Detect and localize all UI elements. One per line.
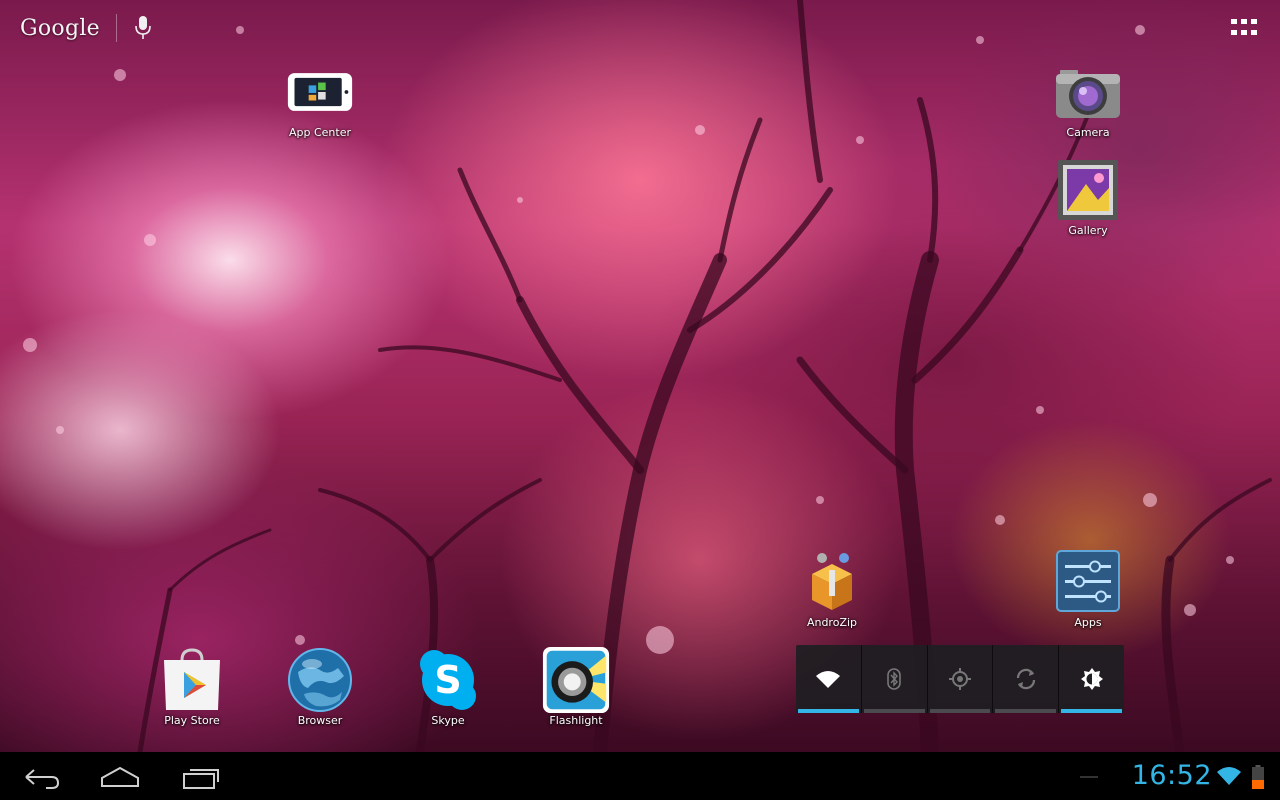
androzip-icon	[798, 548, 866, 616]
shortcut-label: App Center	[288, 126, 351, 139]
bluetooth-toggle[interactable]	[860, 645, 927, 713]
shortcut-label: Skype	[431, 714, 465, 727]
shortcut-label: AndroZip	[806, 616, 858, 629]
toggle-indicator	[995, 709, 1057, 713]
shortcut-camera[interactable]: Camera	[1038, 58, 1138, 139]
shortcut-play-store[interactable]: Play Store	[142, 646, 242, 727]
toggle-indicator	[863, 709, 925, 713]
toggle-indicator	[929, 709, 991, 713]
all-apps-icon[interactable]	[1230, 18, 1258, 38]
shortcut-app-center[interactable]: App Center	[270, 58, 370, 139]
shortcut-label: Browser	[297, 714, 343, 727]
shortcut-skype[interactable]: S Skype	[398, 646, 498, 727]
search-divider	[116, 14, 118, 42]
gps-toggle[interactable]	[926, 645, 993, 713]
toggle-indicator	[1061, 709, 1122, 713]
sync-icon	[1016, 668, 1035, 690]
skype-icon: S	[414, 646, 482, 714]
mic-icon[interactable]	[135, 15, 151, 41]
status-divider	[1080, 776, 1098, 778]
play-store-icon	[158, 646, 226, 714]
brightness-toggle[interactable]	[1058, 645, 1124, 713]
browser-globe-icon	[286, 646, 354, 714]
camera-icon	[1054, 58, 1122, 126]
toggle-indicator	[798, 709, 859, 713]
app-center-icon	[286, 58, 354, 126]
bluetooth-icon	[887, 668, 901, 690]
brightness-icon	[1080, 668, 1103, 690]
battery-icon	[1252, 765, 1264, 789]
shortcut-label: Camera	[1066, 126, 1110, 139]
power-control-widget	[796, 645, 1124, 713]
shortcut-browser[interactable]: Browser	[270, 646, 370, 727]
sync-toggle[interactable]	[992, 645, 1058, 713]
shortcut-label: Play Store	[164, 714, 220, 727]
shortcut-flashlight[interactable]: Flashlight	[526, 646, 626, 727]
google-search-bar[interactable]: Google	[20, 12, 151, 44]
wifi-icon	[1217, 767, 1241, 785]
shortcut-label: Flashlight	[549, 714, 603, 727]
svg-text:S: S	[434, 658, 461, 702]
wifi-toggle[interactable]	[796, 645, 861, 713]
shortcut-label: Gallery	[1068, 224, 1108, 237]
shortcut-apps[interactable]: Apps	[1038, 548, 1138, 629]
shortcut-gallery[interactable]: Gallery	[1038, 156, 1138, 237]
system-navigation-bar: 16:52	[0, 752, 1280, 800]
status-clock[interactable]: 16:52	[1132, 756, 1212, 796]
recents-icon[interactable]	[180, 764, 224, 790]
back-icon[interactable]	[20, 764, 64, 790]
gps-icon	[948, 668, 971, 690]
gallery-icon	[1054, 156, 1122, 224]
shortcut-label: Apps	[1074, 616, 1102, 629]
home-icon[interactable]	[98, 764, 142, 790]
flashlight-icon	[542, 646, 610, 714]
apps-settings-icon	[1054, 548, 1122, 616]
wifi-icon	[816, 671, 841, 688]
shortcut-androzip[interactable]: AndroZip	[782, 548, 882, 629]
google-logo[interactable]: Google	[20, 16, 100, 41]
